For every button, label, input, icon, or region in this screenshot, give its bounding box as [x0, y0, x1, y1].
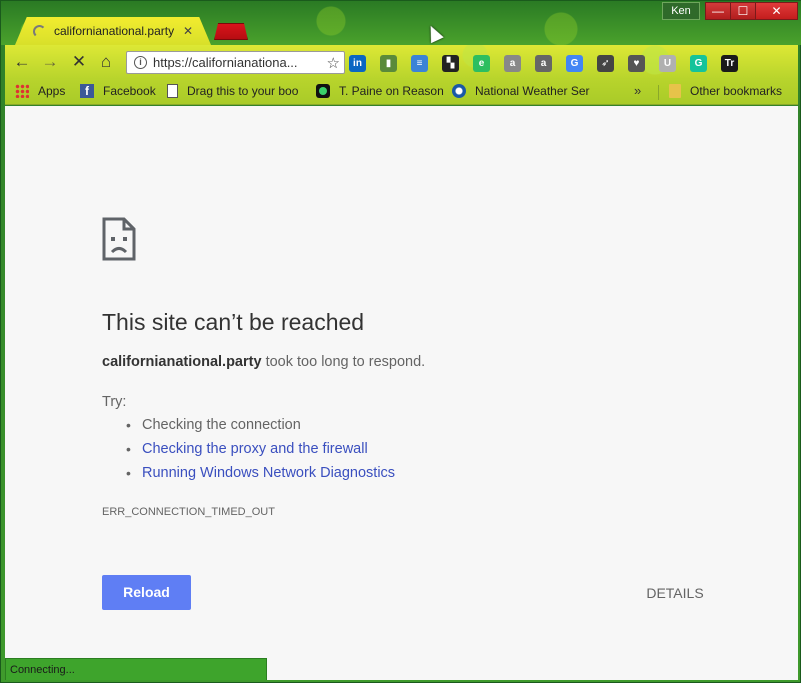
pocket-icon[interactable]: ♥ — [628, 54, 645, 72]
try-label: Try: — [102, 394, 127, 410]
folder-icon — [669, 84, 681, 98]
new-tab-button[interactable] — [214, 23, 248, 40]
back-button[interactable]: ← — [11, 52, 33, 72]
error-summary-text: took too long to respond. — [261, 354, 426, 370]
toolbar: ← → ✕ ⌂ i https://californianationa... ☆… — [5, 45, 798, 79]
bookmark-star-icon[interactable]: ☆ — [327, 54, 340, 72]
bookmark-apps[interactable]: Apps — [15, 84, 75, 98]
maximize-button[interactable]: ☐ — [730, 2, 756, 20]
forward-button[interactable]: → — [39, 52, 61, 72]
title-bar: californianational.party ✕ Ken — ☐ ✕ — [1, 1, 801, 45]
bookmarks-bar: Apps f Facebook Drag this to your boo T.… — [5, 79, 798, 105]
suggestion-check-connection: Checking the connection — [122, 417, 395, 441]
error-heading: This site can’t be reached — [102, 309, 365, 335]
error-page: This site can’t be reached californianat… — [5, 106, 798, 680]
stop-loading-button[interactable]: ✕ — [68, 52, 90, 72]
suggestion-check-proxy-link[interactable]: Checking the proxy and the firewall — [122, 441, 395, 465]
ublock-icon[interactable]: U — [659, 54, 676, 72]
bookmark-paine[interactable]: T. Paine on Reason — [316, 84, 444, 98]
google-translate-icon[interactable]: G — [566, 54, 583, 72]
evernote-icon[interactable]: e — [473, 54, 490, 72]
checker-ext-icon[interactable]: ▚ — [442, 54, 459, 72]
site-info-icon[interactable]: i — [134, 56, 147, 69]
details-button[interactable]: DETAILS — [625, 585, 725, 603]
tab-title: californianational.party — [54, 24, 175, 38]
extensions-row: in ▮ ≡ ▚ e a a G ➶ ♥ U G Tr — [349, 52, 752, 74]
mouse-cursor-icon — [424, 22, 444, 44]
bookmark-other[interactable]: Other bookmarks — [669, 84, 795, 98]
reload-button[interactable]: Reload — [102, 575, 191, 610]
bookmarks-overflow-button[interactable]: » — [634, 83, 641, 98]
facebook-icon: f — [80, 84, 94, 98]
address-bar[interactable]: i https://californianationa... ☆ — [126, 51, 345, 74]
tab-close-icon[interactable]: ✕ — [183, 24, 193, 38]
status-bar: Connecting... — [5, 658, 267, 680]
tab-active[interactable]: californianational.party ✕ — [15, 17, 211, 45]
close-window-button[interactable]: ✕ — [755, 2, 798, 20]
url-text[interactable]: https://californianationa... — [153, 55, 323, 70]
error-domain: californianational.party — [102, 354, 262, 370]
sad-page-icon — [102, 217, 136, 261]
home-button[interactable]: ⌂ — [95, 52, 117, 72]
rocket-icon[interactable]: ➶ — [597, 54, 614, 72]
noaa-icon — [452, 84, 466, 98]
bookmarks-separator — [658, 85, 659, 100]
bookmark-facebook[interactable]: f Facebook — [80, 84, 160, 98]
linkedin-icon[interactable]: in — [349, 54, 366, 72]
minimize-button[interactable]: — — [705, 2, 731, 20]
amazon-assistant-icon[interactable]: a — [535, 54, 552, 72]
loading-spinner-icon — [33, 24, 46, 38]
error-summary: californianational.party took too long t… — [102, 354, 425, 370]
suggestion-network-diagnostics-link[interactable]: Running Windows Network Diagnostics — [122, 465, 395, 489]
bookmark-ext-icon[interactable]: ▮ — [380, 54, 397, 72]
bookmark-weather[interactable]: National Weather Ser — [452, 84, 594, 98]
error-code: ERR_CONNECTION_TIMED_OUT — [102, 506, 275, 518]
suggestions-list: Checking the connection Checking the pro… — [122, 417, 395, 489]
profile-button[interactable]: Ken — [662, 2, 700, 20]
drive-ext-icon[interactable]: ≡ — [411, 54, 428, 72]
page-icon — [167, 84, 178, 98]
browser-window: californianational.party ✕ Ken — ☐ ✕ ← →… — [0, 0, 801, 683]
apps-grid-icon — [15, 84, 29, 98]
paine-icon — [316, 84, 330, 98]
bookmark-drag[interactable]: Drag this to your boo — [167, 84, 307, 98]
grammarly-icon[interactable]: G — [690, 54, 707, 72]
tr-icon[interactable]: Tr — [721, 54, 738, 72]
amazon-icon[interactable]: a — [504, 54, 521, 72]
